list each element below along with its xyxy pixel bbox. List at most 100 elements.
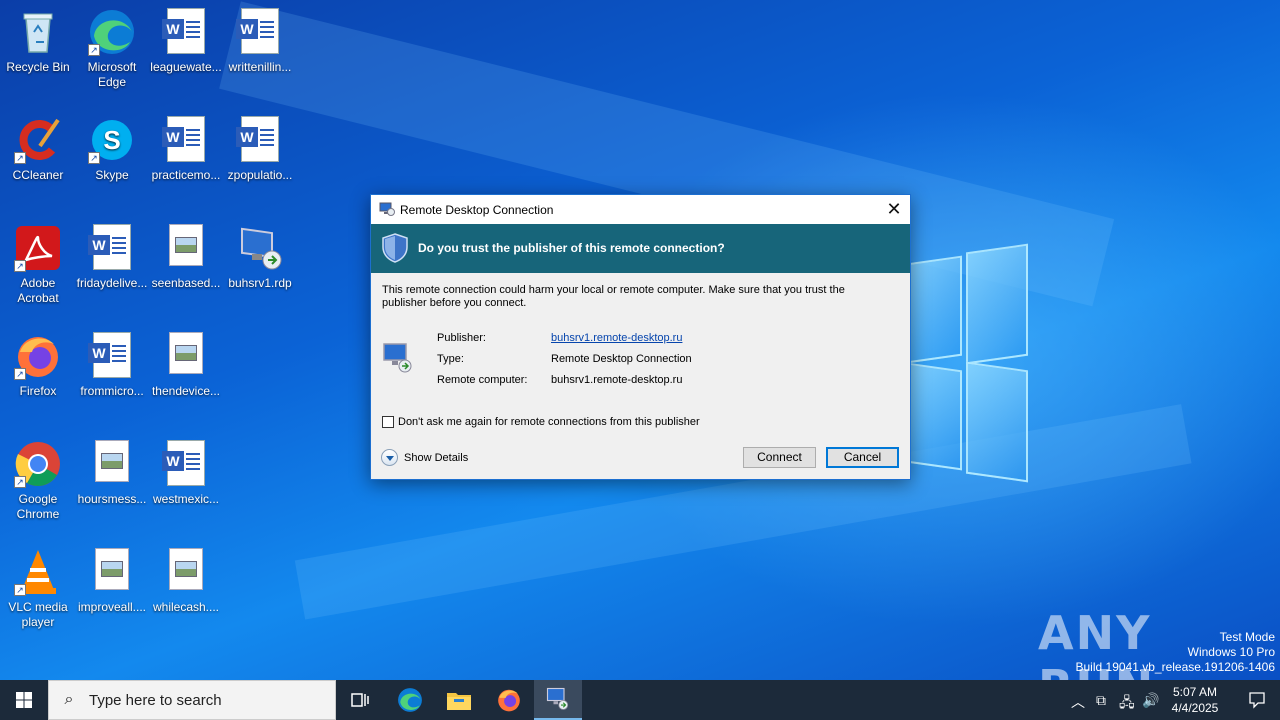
word-doc-icon: W xyxy=(236,8,284,56)
remote-desktop-icon xyxy=(379,202,395,216)
image-file-icon xyxy=(162,548,210,596)
word-doc-icon: W xyxy=(162,8,210,56)
file-explorer-icon xyxy=(447,693,471,710)
recycle-bin-icon xyxy=(14,8,62,56)
remote-desktop-icon xyxy=(546,687,569,710)
edge-icon: ↗ xyxy=(88,8,136,56)
icon-label: buhsrv1.rdp xyxy=(228,276,292,290)
network-icon[interactable]: 🖧 xyxy=(1119,692,1135,716)
desktop-icon-firefox[interactable]: ↗ Firefox xyxy=(0,326,76,399)
dialog-titlebar[interactable]: Remote Desktop Connection ✕ xyxy=(371,195,910,224)
meet-now-icon[interactable]: ⧉ xyxy=(1096,692,1106,709)
dialog-body: This remote connection could harm your l… xyxy=(371,273,910,412)
taskbar: ⌕ Type here to search ︿ ⧉ 🖧 🔊 5:07 AM 4/… xyxy=(0,680,1280,720)
desktop-icon-doc[interactable]: W frommicro... xyxy=(74,326,150,399)
desktop-icon-image[interactable]: hoursmess... xyxy=(74,434,150,507)
trust-banner: Do you trust the publisher of this remot… xyxy=(371,224,910,273)
type-value: Remote Desktop Connection xyxy=(551,353,692,365)
word-doc-icon: W xyxy=(162,116,210,164)
icon-label: Firefox xyxy=(19,384,57,398)
desktop-icon-skype[interactable]: S ↗ Skype xyxy=(74,110,150,183)
start-button[interactable] xyxy=(0,680,48,720)
publisher-label: Publisher: xyxy=(437,332,486,344)
icon-label: improveall.... xyxy=(77,600,147,614)
desktop-icon-doc[interactable]: W writtenillin... xyxy=(222,2,298,75)
connect-button[interactable]: Connect xyxy=(743,447,816,468)
desktop-icon-doc[interactable]: W zpopulatio... xyxy=(222,110,298,183)
volume-icon[interactable]: 🔊 xyxy=(1142,692,1159,709)
desktop-icon-doc[interactable]: W leaguewate... xyxy=(148,2,224,75)
desktop-icon-adobe-acrobat[interactable]: ↗ Adobe Acrobat xyxy=(0,218,76,306)
desktop-icon-rdp-file[interactable]: buhsrv1.rdp xyxy=(222,218,298,291)
desktop-icon-ccleaner[interactable]: ↗ CCleaner xyxy=(0,110,76,183)
firefox-icon xyxy=(498,689,520,712)
desktop-icon-doc[interactable]: W westmexic... xyxy=(148,434,224,507)
icon-label: CCleaner xyxy=(12,168,64,182)
dialog-title: Remote Desktop Connection xyxy=(400,203,554,217)
publisher-link[interactable]: buhsrv1.remote-desktop.ru xyxy=(551,332,682,344)
vlc-icon: ↗ xyxy=(14,548,62,596)
cancel-button[interactable]: Cancel xyxy=(826,447,899,468)
icon-label: Microsoft Edge xyxy=(87,60,137,89)
connection-info: Publisher: buhsrv1.remote-desktop.ru Typ… xyxy=(382,332,899,412)
taskbar-clock[interactable]: 5:07 AM 4/4/2025 xyxy=(1160,684,1230,716)
desktop-icon-vlc[interactable]: ↗ VLC media player xyxy=(0,542,76,630)
desktop-icon-google-chrome[interactable]: ↗ Google Chrome xyxy=(0,434,76,522)
desktop-icon-doc[interactable]: W practicemo... xyxy=(148,110,224,183)
search-icon: ⌕ xyxy=(64,691,74,708)
rdp-file-icon xyxy=(236,224,284,272)
desktop-icon-recycle-bin[interactable]: Recycle Bin xyxy=(0,2,76,75)
icon-label: leaguewate... xyxy=(150,60,222,74)
watermark-line: Build 19041.vb_release.191206-1406 xyxy=(1075,660,1276,674)
taskbar-edge[interactable] xyxy=(386,680,434,720)
task-view-button[interactable] xyxy=(336,680,384,720)
word-doc-icon: W xyxy=(88,224,136,272)
watermark-line: Windows 10 Pro xyxy=(1187,645,1275,659)
icon-label: whilecash.... xyxy=(152,600,220,614)
show-details-toggle[interactable]: Show Details xyxy=(381,449,468,466)
show-details-label[interactable]: Show Details xyxy=(404,452,468,464)
remote-computer-value: buhsrv1.remote-desktop.ru xyxy=(551,374,683,386)
desktop-icon-image[interactable]: thendevice... xyxy=(148,326,224,399)
notification-center-button[interactable] xyxy=(1234,680,1280,720)
desktop-icon-image[interactable]: seenbased... xyxy=(148,218,224,291)
taskbar-remote-desktop[interactable] xyxy=(534,680,582,720)
firefox-icon: ↗ xyxy=(14,332,62,380)
desktop-icon-microsoft-edge[interactable]: ↗ Microsoft Edge xyxy=(74,2,150,90)
ccleaner-icon: ↗ xyxy=(14,116,62,164)
taskbar-search-box[interactable]: ⌕ Type here to search xyxy=(48,680,336,720)
skype-icon: S ↗ xyxy=(88,116,136,164)
taskbar-file-explorer[interactable] xyxy=(435,680,483,720)
icon-label: seenbased... xyxy=(151,276,221,290)
icon-label: thendevice... xyxy=(151,384,221,398)
rdp-trust-dialog: Remote Desktop Connection ✕ Do you trust… xyxy=(370,194,911,480)
desktop-icon-image[interactable]: whilecash.... xyxy=(148,542,224,615)
desktop-icon-image[interactable]: improveall.... xyxy=(74,542,150,615)
clock-time: 5:07 AM xyxy=(1172,685,1218,699)
image-file-icon xyxy=(162,332,210,380)
windows-logo-wallpaper xyxy=(900,240,1030,483)
type-label: Type: xyxy=(437,353,464,365)
dont-ask-checkbox-label[interactable]: Don't ask me again for remote connection… xyxy=(398,416,700,428)
desktop-icon-doc[interactable]: W fridaydelive... xyxy=(74,218,150,291)
search-placeholder: Type here to search xyxy=(89,691,222,709)
dont-ask-checkbox[interactable] xyxy=(382,416,394,428)
shield-icon xyxy=(382,233,408,263)
dont-ask-checkbox-row[interactable]: Don't ask me again for remote connection… xyxy=(382,416,700,428)
image-file-icon xyxy=(88,440,136,488)
windows-build-watermark: Test Mode Windows 10 Pro Build 19041.vb_… xyxy=(1076,630,1276,675)
icon-label: hoursmess... xyxy=(77,492,147,506)
icon-label: Adobe Acrobat xyxy=(17,276,59,305)
word-doc-icon: W xyxy=(236,116,284,164)
chrome-icon: ↗ xyxy=(14,440,62,488)
notification-icon xyxy=(1249,692,1265,709)
chevron-down-icon[interactable] xyxy=(381,449,398,466)
icon-label: practicemo... xyxy=(151,168,221,182)
icon-label: Recycle Bin xyxy=(6,60,70,74)
close-icon[interactable]: ✕ xyxy=(878,195,910,224)
icon-label: westmexic... xyxy=(152,492,219,506)
word-doc-icon: W xyxy=(162,440,210,488)
taskbar-firefox[interactable] xyxy=(485,680,533,720)
warning-text: This remote connection could harm your l… xyxy=(382,284,845,309)
chevron-up-icon[interactable]: ︿ xyxy=(1071,692,1085,712)
